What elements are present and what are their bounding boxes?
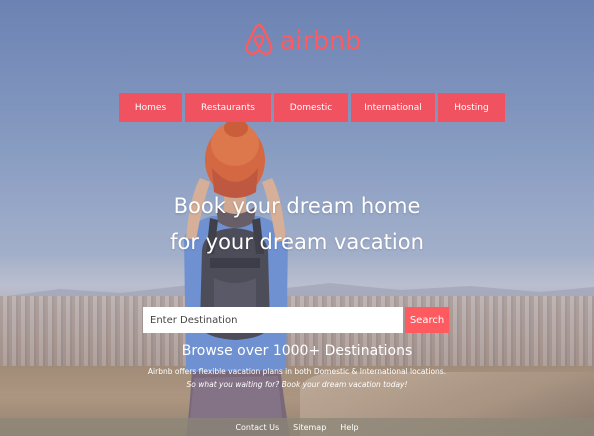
footer: Contact Us Sitemap Help [0, 418, 594, 436]
nav-item-hosting[interactable]: Hosting [438, 93, 505, 122]
browse-description: Airbnb offers flexible vacation plans in… [147, 367, 447, 376]
browse-cta: So what you waiting for? Book your dream… [186, 380, 408, 389]
headline-line-2: for your dream vacation [170, 230, 424, 254]
nav-item-restaurants[interactable]: Restaurants [185, 93, 271, 122]
browse-title: Browse over 1000+ Destinations [181, 343, 413, 359]
nav-item-international[interactable]: International [351, 93, 435, 122]
hero-headline: Book your dream home for your dream vaca… [0, 188, 594, 260]
footer-link-help[interactable]: Help [340, 423, 358, 432]
search-bar: Search [143, 307, 449, 333]
brand-name: airbnb [280, 25, 362, 55]
nav-item-homes[interactable]: Homes [119, 93, 182, 122]
brand-logo[interactable]: airbnb [244, 22, 361, 58]
footer-link-sitemap[interactable]: Sitemap [293, 423, 326, 432]
airbnb-belo-icon [245, 23, 273, 56]
nav-item-domestic[interactable]: Domestic [274, 93, 348, 122]
search-button[interactable]: Search [405, 307, 449, 333]
footer-link-contact-us[interactable]: Contact Us [235, 423, 279, 432]
headline-line-1: Book your dream home [173, 194, 421, 218]
main-nav: Homes Restaurants Domestic International… [119, 93, 505, 122]
destination-search-input[interactable] [143, 307, 403, 333]
